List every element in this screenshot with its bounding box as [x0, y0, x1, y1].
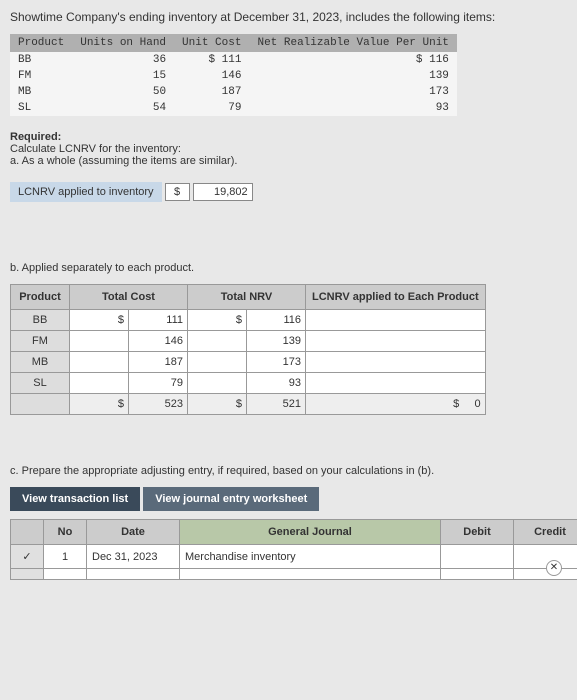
- col-units: Units on Hand: [72, 34, 174, 52]
- table-row: BB: [10, 52, 72, 68]
- intro-text: Showtime Company's ending inventory at D…: [10, 10, 577, 24]
- col-cost: Unit Cost: [174, 34, 249, 52]
- journal-entry-table: No Date General Journal Debit Credit ✓ 1…: [10, 519, 577, 580]
- check-icon[interactable]: ✓: [11, 545, 44, 569]
- table-row: MB: [11, 352, 70, 373]
- col-total-nrv: Total NRV: [188, 285, 306, 310]
- close-icon[interactable]: ✕: [546, 560, 562, 576]
- col-date: Date: [87, 520, 180, 545]
- col-debit: Debit: [441, 520, 514, 545]
- table-row: SL: [10, 100, 72, 116]
- col-no: No: [44, 520, 87, 545]
- lcnrv-table: Product Total Cost Total NRV LCNRV appli…: [10, 284, 486, 415]
- col-total-cost: Total Cost: [70, 285, 188, 310]
- je-date[interactable]: Dec 31, 2023: [87, 545, 180, 569]
- table-row: BB: [11, 310, 70, 331]
- je-credit[interactable]: [514, 545, 577, 569]
- tab-journal-worksheet[interactable]: View journal entry worksheet: [143, 487, 319, 511]
- col-credit: Credit: [514, 520, 577, 545]
- required-text: Calculate LCNRV for the inventory:: [10, 143, 577, 155]
- col-general-journal: General Journal: [180, 520, 441, 545]
- part-b-text: b. Applied separately to each product.: [10, 262, 577, 274]
- col-check: [11, 520, 44, 545]
- je-account[interactable]: Merchandise inventory: [180, 545, 441, 569]
- tab-transaction-list[interactable]: View transaction list: [10, 487, 140, 511]
- je-no[interactable]: 1: [44, 545, 87, 569]
- inventory-table: Product Units on Hand Unit Cost Net Real…: [10, 34, 457, 116]
- col-product: Product: [11, 285, 70, 310]
- check-cell[interactable]: [11, 569, 44, 580]
- table-row: FM: [10, 68, 72, 84]
- part-a-text: a. As a whole (assuming the items are si…: [10, 155, 577, 167]
- table-row: SL: [11, 373, 70, 394]
- total-row: [11, 394, 70, 415]
- col-lcnrv-each: LCNRV applied to Each Product: [306, 285, 486, 310]
- required-label: Required:: [10, 131, 577, 143]
- col-nrv: Net Realizable Value Per Unit: [249, 34, 456, 52]
- table-row: FM: [11, 331, 70, 352]
- lcnrv-label: LCNRV applied to inventory: [10, 182, 162, 202]
- part-c-text: c. Prepare the appropriate adjusting ent…: [10, 465, 577, 477]
- table-row: MB: [10, 84, 72, 100]
- lcnrv-symbol[interactable]: $: [165, 183, 190, 201]
- je-debit[interactable]: [441, 545, 514, 569]
- col-product: Product: [10, 34, 72, 52]
- lcnrv-input[interactable]: 19,802: [193, 183, 253, 201]
